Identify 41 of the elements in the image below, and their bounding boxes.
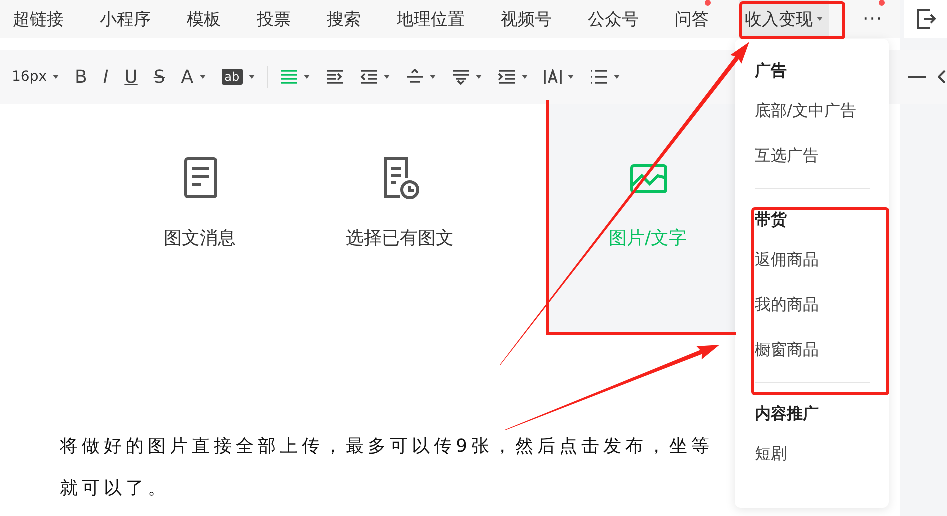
minus-icon[interactable] [908, 75, 926, 79]
paragraph-text: 就可以了。 [60, 477, 170, 501]
letter-spacing-icon [544, 69, 562, 85]
nav-tab[interactable]: 地理位置 [397, 0, 465, 38]
nav-tab[interactable]: 投票 [257, 0, 291, 38]
toolbar-button[interactable]: A [173, 62, 214, 92]
chevron-left-icon[interactable] [938, 70, 946, 84]
menu-item[interactable]: 底部/文中广告 [755, 89, 889, 134]
nav-tab[interactable]: 模板 [187, 0, 221, 38]
nav-tab[interactable]: 公众号 [588, 0, 639, 38]
list-icon [590, 69, 608, 85]
menu-item[interactable]: 返佣商品 [755, 238, 889, 283]
menu-item[interactable]: 短剧 [755, 432, 889, 477]
nav-tab[interactable]: 小程序 [100, 0, 151, 38]
menu-group-title: 内容推广 [755, 402, 820, 424]
nav-tab[interactable]: 超链接 [13, 0, 64, 38]
menu-item[interactable]: 互选广告 [755, 134, 889, 179]
menu-group-title: 带货 [755, 208, 788, 230]
toolbar-button[interactable]: 16px [4, 62, 67, 92]
text-indent-icon [498, 69, 516, 85]
spacing-icon [452, 69, 470, 85]
nav-tab[interactable]: 视频号 [501, 0, 552, 38]
line-height-icon [406, 69, 424, 85]
insert-option[interactable]: 图文消息 [100, 104, 300, 334]
indent-icon [326, 69, 344, 85]
toolbar-button[interactable]: S [146, 62, 174, 92]
align-icon [280, 69, 298, 85]
menu-item[interactable]: 我的商品 [755, 283, 889, 328]
paragraph-text: 将做好的图片直接全部上传，最多可以传9张，然后点击发布，坐等 [60, 435, 714, 459]
outdent-icon [360, 69, 378, 85]
toolbar-button[interactable]: ab [214, 62, 263, 92]
toolbar-button[interactable]: U [116, 62, 146, 92]
menu-item[interactable]: 橱窗商品 [755, 328, 889, 373]
insert-option[interactable]: 选择已有图文 [300, 104, 500, 334]
toolbar-button[interactable]: B [67, 62, 96, 92]
export-icon[interactable] [916, 8, 936, 30]
more-button[interactable]: ··· [863, 0, 884, 38]
menu-group-title: 广告 [755, 60, 788, 82]
nav-tab[interactable]: 搜索 [327, 0, 361, 38]
toolbar-button[interactable]: I [95, 62, 117, 92]
nav-tab[interactable]: 问答 [675, 0, 709, 38]
